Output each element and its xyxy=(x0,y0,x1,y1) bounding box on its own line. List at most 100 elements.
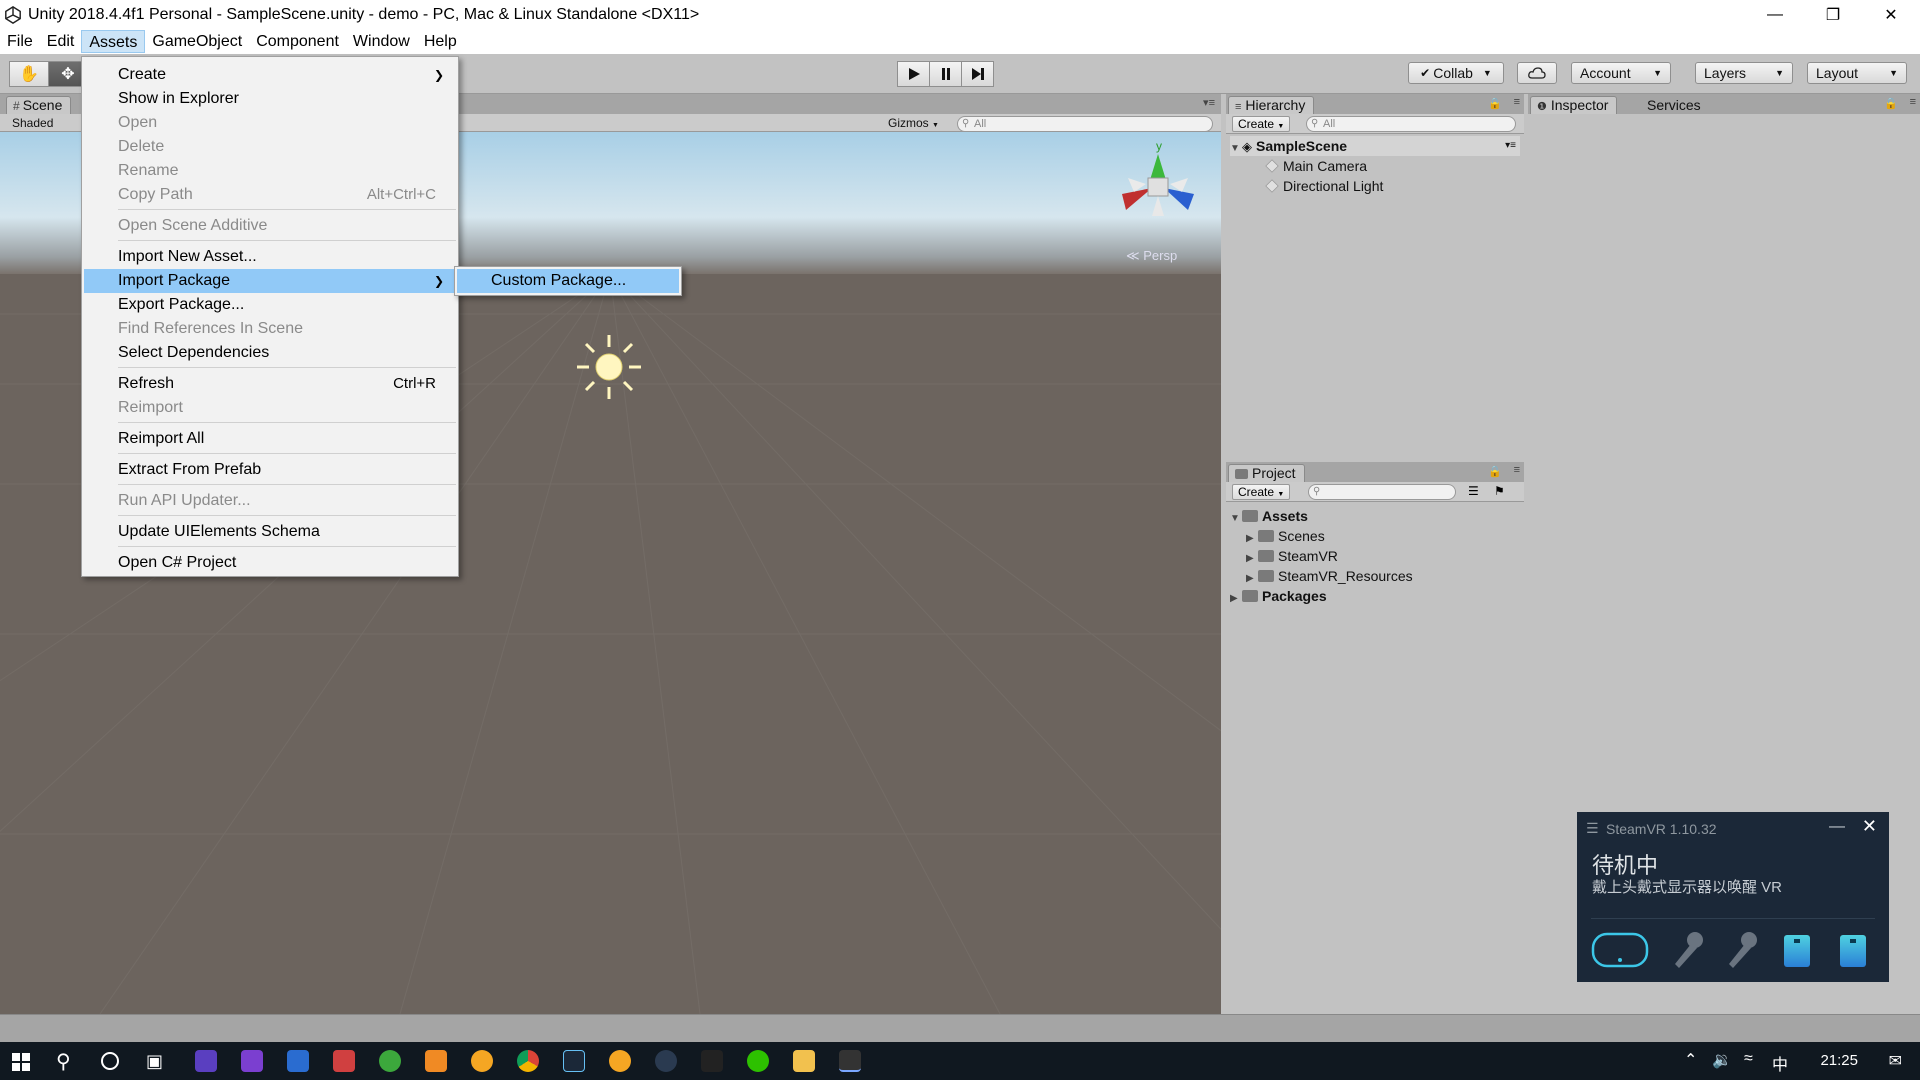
steam-icon[interactable] xyxy=(563,1050,585,1072)
controller-left-icon[interactable] xyxy=(1669,930,1707,970)
menu-item-export-package[interactable]: Export Package... xyxy=(84,293,456,317)
unity-hub-icon[interactable] xyxy=(701,1050,723,1072)
scene-options-icon[interactable]: ▾≡ xyxy=(1505,136,1516,156)
menu-item-refresh[interactable]: Refresh Ctrl+R xyxy=(84,372,456,396)
project-item-scenes[interactable]: ▶ Scenes xyxy=(1246,526,1325,546)
project-item-assets[interactable]: ▼ Assets xyxy=(1230,506,1308,526)
menu-item-update-uielements-schema[interactable]: Update UIElements Schema xyxy=(84,520,456,544)
search-icon[interactable]: ⚲ xyxy=(56,1049,71,1074)
scene-search-input[interactable]: ⚲ All xyxy=(957,116,1213,132)
menu-item-delete[interactable]: Delete xyxy=(84,135,456,159)
project-item-steamvr-resources[interactable]: ▶ SteamVR_Resources xyxy=(1246,566,1413,586)
hierarchy-item-main-camera[interactable]: Main Camera xyxy=(1265,156,1367,176)
menu-item-import-new-asset[interactable]: Import New Asset... xyxy=(84,245,456,269)
pause-button[interactable] xyxy=(929,61,962,87)
menu-window[interactable]: Window xyxy=(346,30,417,53)
collab-dropdown[interactable]: ✔ Collab ▼ xyxy=(1408,62,1504,84)
wechat-icon[interactable] xyxy=(747,1050,769,1072)
file-explorer-icon[interactable] xyxy=(793,1050,815,1072)
cortana-icon[interactable] xyxy=(101,1052,119,1070)
steamvr-taskbar-icon[interactable] xyxy=(655,1050,677,1072)
menu-file[interactable]: File xyxy=(0,30,40,53)
ime-indicator[interactable]: 中 xyxy=(1772,1051,1788,1075)
gizmos-dropdown[interactable]: Gizmos ▼ xyxy=(888,116,939,130)
notification-center-icon[interactable]: ✉ xyxy=(1889,1051,1902,1071)
project-item-packages[interactable]: ▶ Packages xyxy=(1230,586,1327,606)
menu-item-show-in-explorer[interactable]: Show in Explorer xyxy=(84,87,456,111)
menu-item-select-dependencies[interactable]: Select Dependencies xyxy=(84,341,456,365)
panel-menu-icon[interactable]: ≡ xyxy=(1514,96,1520,108)
minimize-icon[interactable]: — xyxy=(1829,818,1845,836)
menu-edit[interactable]: Edit xyxy=(40,30,82,53)
filter-by-type-icon[interactable]: ☰ xyxy=(1468,484,1479,498)
minimize-button[interactable]: — xyxy=(1746,0,1804,29)
menu-item-import-package[interactable]: Import Package ❯ xyxy=(84,269,456,293)
headset-icon[interactable] xyxy=(1591,930,1649,970)
controller-right-icon[interactable] xyxy=(1723,930,1761,970)
menu-gameobject[interactable]: GameObject xyxy=(145,30,249,53)
lock-icon[interactable]: 🔒 xyxy=(1488,97,1502,110)
restore-button[interactable]: ❐ xyxy=(1804,0,1862,29)
hamburger-menu-icon[interactable]: ☰ xyxy=(1586,820,1599,837)
tray-chevron-icon[interactable]: ⌃ xyxy=(1684,1050,1697,1070)
wifi-icon[interactable]: ≈ xyxy=(1744,1050,1753,1068)
expand-triangle-icon[interactable]: ▼ xyxy=(1230,139,1242,159)
tab-project[interactable]: Project xyxy=(1228,464,1305,482)
tab-inspector[interactable]: ❶ Inspector xyxy=(1530,96,1618,114)
scene-root-item[interactable]: ▼ ◈ SampleScene ▾≡ xyxy=(1230,136,1520,156)
tab-scene[interactable]: # Scene xyxy=(6,96,72,114)
layout-dropdown[interactable]: Layout ▼ xyxy=(1807,62,1907,84)
play-button[interactable] xyxy=(897,61,930,87)
projection-label[interactable]: ≪ Persp xyxy=(1126,248,1177,264)
orientation-gizmo[interactable]: y xyxy=(1108,140,1198,230)
task-view-icon[interactable]: ▣ xyxy=(146,1051,163,1072)
tab-services[interactable]: Services xyxy=(1647,97,1701,113)
volume-icon[interactable]: 🔉 xyxy=(1712,1050,1732,1070)
taskbar-app-icon-1[interactable] xyxy=(195,1050,217,1072)
lock-icon[interactable]: 🔒 xyxy=(1488,465,1502,478)
project-item-steamvr[interactable]: ▶ SteamVR xyxy=(1246,546,1338,566)
menu-item-rename[interactable]: Rename xyxy=(84,159,456,183)
menu-item-reimport-all[interactable]: Reimport All xyxy=(84,427,456,451)
expand-triangle-icon[interactable]: ▼ xyxy=(1230,509,1242,529)
collapse-triangle-icon[interactable]: ▶ xyxy=(1230,589,1242,609)
base-station-c-icon[interactable] xyxy=(1839,934,1867,968)
cloud-button[interactable] xyxy=(1517,62,1557,84)
menu-item-create[interactable]: Create ❯ xyxy=(84,63,456,87)
taskbar-app-icon-3[interactable] xyxy=(287,1050,309,1072)
step-button[interactable] xyxy=(961,61,994,87)
windows-start-icon[interactable] xyxy=(12,1053,30,1071)
tab-hierarchy[interactable]: ≡ Hierarchy xyxy=(1228,96,1315,114)
visual-studio-icon[interactable] xyxy=(241,1050,263,1072)
hand-tool-button[interactable]: ✋ xyxy=(9,61,49,87)
panel-menu-icon[interactable]: ≡ xyxy=(1910,96,1916,108)
menu-component[interactable]: Component xyxy=(249,30,346,53)
base-station-b-icon[interactable] xyxy=(1783,934,1811,968)
menu-item-extract-from-prefab[interactable]: Extract From Prefab xyxy=(84,458,456,482)
menu-item-run-api-updater[interactable]: Run API Updater... xyxy=(84,489,456,513)
project-search-input[interactable]: ⚲ xyxy=(1308,484,1456,500)
close-button[interactable]: ✕ xyxy=(1862,0,1920,29)
menu-item-open-csharp-project[interactable]: Open C# Project xyxy=(84,551,456,575)
taskbar-app-icon-6[interactable] xyxy=(425,1050,447,1072)
menu-item-reimport[interactable]: Reimport xyxy=(84,396,456,420)
project-create-button[interactable]: Create ▼ xyxy=(1232,484,1291,500)
account-dropdown[interactable]: Account ▼ xyxy=(1571,62,1671,84)
shading-mode-dropdown[interactable]: Shaded xyxy=(12,116,53,130)
chrome-icon[interactable] xyxy=(517,1050,539,1072)
menu-item-find-references[interactable]: Find References In Scene xyxy=(84,317,456,341)
layers-dropdown[interactable]: Layers ▼ xyxy=(1695,62,1793,84)
filter-by-label-icon[interactable]: ⚑ xyxy=(1494,484,1505,498)
panel-menu-icon[interactable]: ▾≡ xyxy=(1203,96,1215,109)
hierarchy-create-button[interactable]: Create ▼ xyxy=(1232,116,1291,132)
directional-light-icon[interactable] xyxy=(574,332,644,402)
hierarchy-item-directional-light[interactable]: Directional Light xyxy=(1265,176,1383,196)
lock-icon[interactable]: 🔒 xyxy=(1884,97,1898,110)
taskbar-app-icon-7[interactable] xyxy=(471,1050,493,1072)
menu-item-open-scene-additive[interactable]: Open Scene Additive xyxy=(84,214,456,238)
taskbar-app-icon-10[interactable] xyxy=(609,1050,631,1072)
taskbar-app-icon-5[interactable] xyxy=(379,1050,401,1072)
unity-editor-icon[interactable] xyxy=(839,1050,861,1072)
taskbar-clock[interactable]: 21:25 xyxy=(1820,1052,1858,1069)
panel-menu-icon[interactable]: ≡ xyxy=(1514,464,1520,476)
